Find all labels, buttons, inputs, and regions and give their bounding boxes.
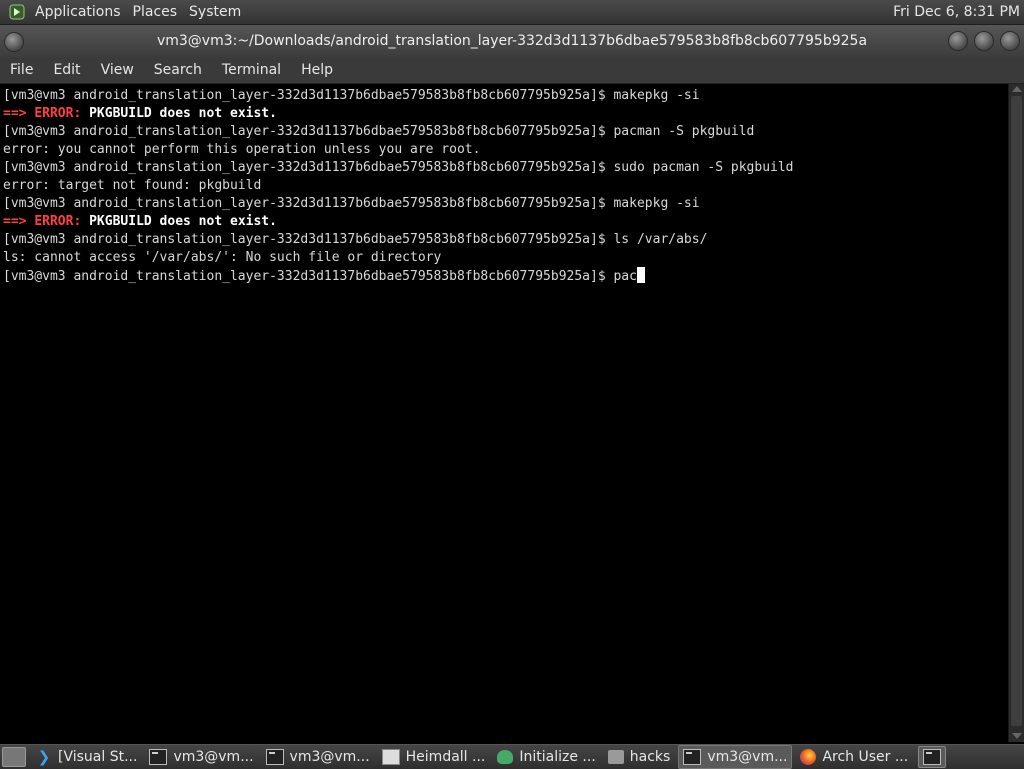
document-icon xyxy=(381,749,400,765)
shell-prompt: [vm3@vm3 android_translation_layer-332d3… xyxy=(3,88,614,103)
task-label: [Visual St... xyxy=(58,749,138,765)
terminal-line: [vm3@vm3 android_translation_layer-332d3… xyxy=(0,87,1008,105)
folder-icon xyxy=(607,750,624,764)
terminal-input-line[interactable]: [vm3@vm3 android_translation_layer-332d3… xyxy=(0,267,1008,285)
menu-view[interactable]: View xyxy=(91,62,144,78)
terminal-line: [vm3@vm3 android_translation_layer-332d3… xyxy=(0,123,1008,141)
task-label: hacks xyxy=(629,749,671,765)
command-input[interactable]: pac xyxy=(613,269,636,284)
error-arrow: ==> xyxy=(3,214,35,229)
task-heimdall[interactable]: Heimdall ... xyxy=(378,746,490,768)
terminal-icon xyxy=(265,749,284,765)
ghost-icon xyxy=(497,750,514,764)
command-text: sudo pacman -S pkgbuild xyxy=(613,160,794,175)
terminal-line: ==> ERROR: PKGBUILD does not exist. xyxy=(0,105,1008,123)
terminal-line: [vm3@vm3 android_translation_layer-332d3… xyxy=(0,195,1008,213)
task-terminal-1[interactable]: vm3@vm... xyxy=(145,746,257,768)
task-visual-studio[interactable]: ❯ [Visual St... xyxy=(32,746,141,768)
scroll-up-arrow-icon[interactable] xyxy=(1012,86,1022,92)
scroll-down-arrow-icon[interactable] xyxy=(1012,733,1022,739)
top-panel: Applications Places System Fri Dec 6, 8:… xyxy=(0,0,1024,25)
task-arch-user[interactable]: Arch User ... xyxy=(796,746,912,768)
task-label: vm3@vm... xyxy=(289,749,370,765)
task-initialize[interactable]: Initialize ... xyxy=(493,746,599,768)
workspace-switcher[interactable] xyxy=(918,746,947,768)
shell-prompt: [vm3@vm3 android_translation_layer-332d3… xyxy=(3,269,614,284)
bottom-taskbar: ❯ [Visual St... vm3@vm... vm3@vm... Heim… xyxy=(0,744,1024,769)
scrollbar-thumb[interactable] xyxy=(1011,96,1022,726)
terminal-line: error: target not found: pkgbuild xyxy=(3,178,262,193)
terminal-line: [vm3@vm3 android_translation_layer-332d3… xyxy=(0,159,1008,177)
command-text: makepkg -si xyxy=(613,88,700,103)
task-label: Initialize ... xyxy=(519,749,596,765)
menu-bar: File Edit View Search Terminal Help xyxy=(0,57,1024,84)
applications-menu[interactable]: Applications xyxy=(31,4,129,20)
show-desktop-button[interactable] xyxy=(2,747,26,767)
terminal-scrollbar[interactable] xyxy=(1008,84,1024,742)
places-menu[interactable]: Places xyxy=(129,4,186,20)
error-message: PKGBUILD does not exist. xyxy=(89,214,277,229)
command-text: pacman -S pkgbuild xyxy=(613,124,755,139)
minimize-button[interactable] xyxy=(948,31,968,51)
menu-file[interactable]: File xyxy=(0,62,43,78)
task-label: Heimdall ... xyxy=(405,749,486,765)
close-button[interactable] xyxy=(1000,31,1020,51)
terminal-line: ls: cannot access '/var/abs/': No such f… xyxy=(3,250,442,265)
system-menu[interactable]: System xyxy=(185,4,249,20)
command-text: ls /var/abs/ xyxy=(613,232,708,247)
terminal-line: [vm3@vm3 android_translation_layer-332d3… xyxy=(0,231,1008,249)
menu-search[interactable]: Search xyxy=(144,62,212,78)
task-terminal-2[interactable]: vm3@vm... xyxy=(262,746,374,768)
shell-prompt: [vm3@vm3 android_translation_layer-332d3… xyxy=(3,160,614,175)
task-label: vm3@vm... xyxy=(707,749,788,765)
terminal-line: error: you cannot perform this operation… xyxy=(3,142,481,157)
window-menu-button[interactable] xyxy=(4,32,24,52)
error-label: ERROR: xyxy=(34,214,90,229)
error-label: ERROR: xyxy=(34,106,90,121)
shell-prompt: [vm3@vm3 android_translation_layer-332d3… xyxy=(3,232,614,247)
vscode-icon: ❯ xyxy=(37,748,51,766)
window-title: vm3@vm3:~/Downloads/android_translation_… xyxy=(156,33,868,49)
menu-edit[interactable]: Edit xyxy=(43,62,90,78)
applications-logo-icon[interactable] xyxy=(8,3,26,21)
text-cursor xyxy=(636,267,645,283)
error-message: PKGBUILD does not exist. xyxy=(89,106,277,121)
task-hacks-folder[interactable]: hacks xyxy=(604,746,675,768)
clock[interactable]: Fri Dec 6, 8:31 PM xyxy=(893,4,1024,20)
task-label: Arch User ... xyxy=(822,749,909,765)
terminal-icon xyxy=(923,749,942,765)
menu-terminal[interactable]: Terminal xyxy=(212,62,291,78)
terminal-icon xyxy=(149,749,168,765)
task-label: vm3@vm... xyxy=(173,749,254,765)
shell-prompt: [vm3@vm3 android_translation_layer-332d3… xyxy=(3,196,614,211)
window-title-bar[interactable]: vm3@vm3:~/Downloads/android_translation_… xyxy=(0,25,1024,57)
task-terminal-active[interactable]: vm3@vm... xyxy=(678,745,793,769)
command-text: makepkg -si xyxy=(613,196,700,211)
menu-help[interactable]: Help xyxy=(291,62,343,78)
terminal-line: ==> ERROR: PKGBUILD does not exist. xyxy=(0,213,1008,231)
terminal-output[interactable]: [vm3@vm3 android_translation_layer-332d3… xyxy=(0,84,1008,745)
firefox-icon xyxy=(800,749,817,765)
shell-prompt: [vm3@vm3 android_translation_layer-332d3… xyxy=(3,124,614,139)
terminal-icon xyxy=(683,749,702,765)
error-arrow: ==> xyxy=(3,106,35,121)
maximize-button[interactable] xyxy=(974,31,994,51)
